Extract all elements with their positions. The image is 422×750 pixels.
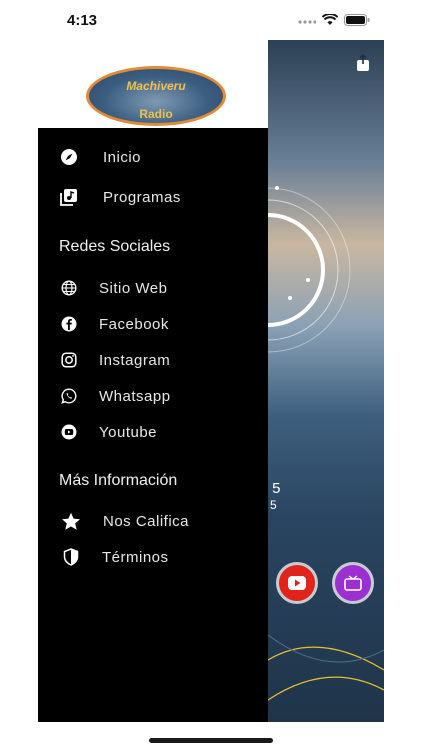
wifi-icon [322,14,338,25]
social-item-facebook[interactable]: Facebook [38,309,268,339]
logo-title: Machiveru [126,79,186,93]
section-title-more: Más Información [59,472,178,489]
facebook-icon [58,313,80,335]
social-item-label: Instagram [99,351,171,369]
nav-item-inicio[interactable]: Inicio [38,142,268,172]
home-indicator[interactable] [149,738,273,743]
globe-icon [58,277,80,299]
nav-item-programas[interactable]: Programas [38,182,268,212]
social-item-instagram[interactable]: Instagram [38,345,268,375]
share-button[interactable] [356,53,370,77]
tv-button[interactable] [332,562,374,604]
social-item-web[interactable]: Sitio Web [38,273,268,303]
nav-item-label: Inicio [103,148,142,166]
social-item-whatsapp[interactable]: Whatsapp [38,381,268,411]
battery-icon [344,14,370,26]
tv-icon [344,575,362,591]
whatsapp-icon [58,385,80,407]
status-icons [298,14,370,26]
social-item-label: Whatsapp [99,387,171,405]
social-item-label: Youtube [99,423,158,441]
social-item-label: Facebook [99,315,169,333]
compass-icon [58,146,80,168]
app-logo: Machiveru Radio [86,66,226,126]
star-icon [60,510,82,532]
youtube-icon [58,421,80,443]
share-icon [357,53,369,71]
logo-subtitle: Radio [139,107,173,121]
status-bar: 4:13 [0,0,422,40]
more-item-label: Nos Califica [103,512,190,530]
shield-icon [60,546,82,568]
section-title-social: Redes Sociales [59,238,171,255]
youtube-button[interactable] [276,562,318,604]
nav-item-label: Programas [103,188,181,206]
instagram-icon [58,349,80,371]
music-library-icon [58,186,80,208]
side-drawer: Inicio Programas Redes Sociales Sitio We… [38,128,268,722]
social-item-label: Sitio Web [99,279,168,297]
more-item-label: Términos [102,548,169,566]
youtube-icon [288,576,306,590]
status-time: 4:13 [67,12,98,29]
more-item-terms[interactable]: Términos [38,542,268,572]
more-item-rate[interactable]: Nos Califica [38,506,268,536]
social-item-youtube[interactable]: Youtube [38,417,268,447]
station-subtitle: 5 [270,498,279,512]
signal-icon [298,20,316,24]
